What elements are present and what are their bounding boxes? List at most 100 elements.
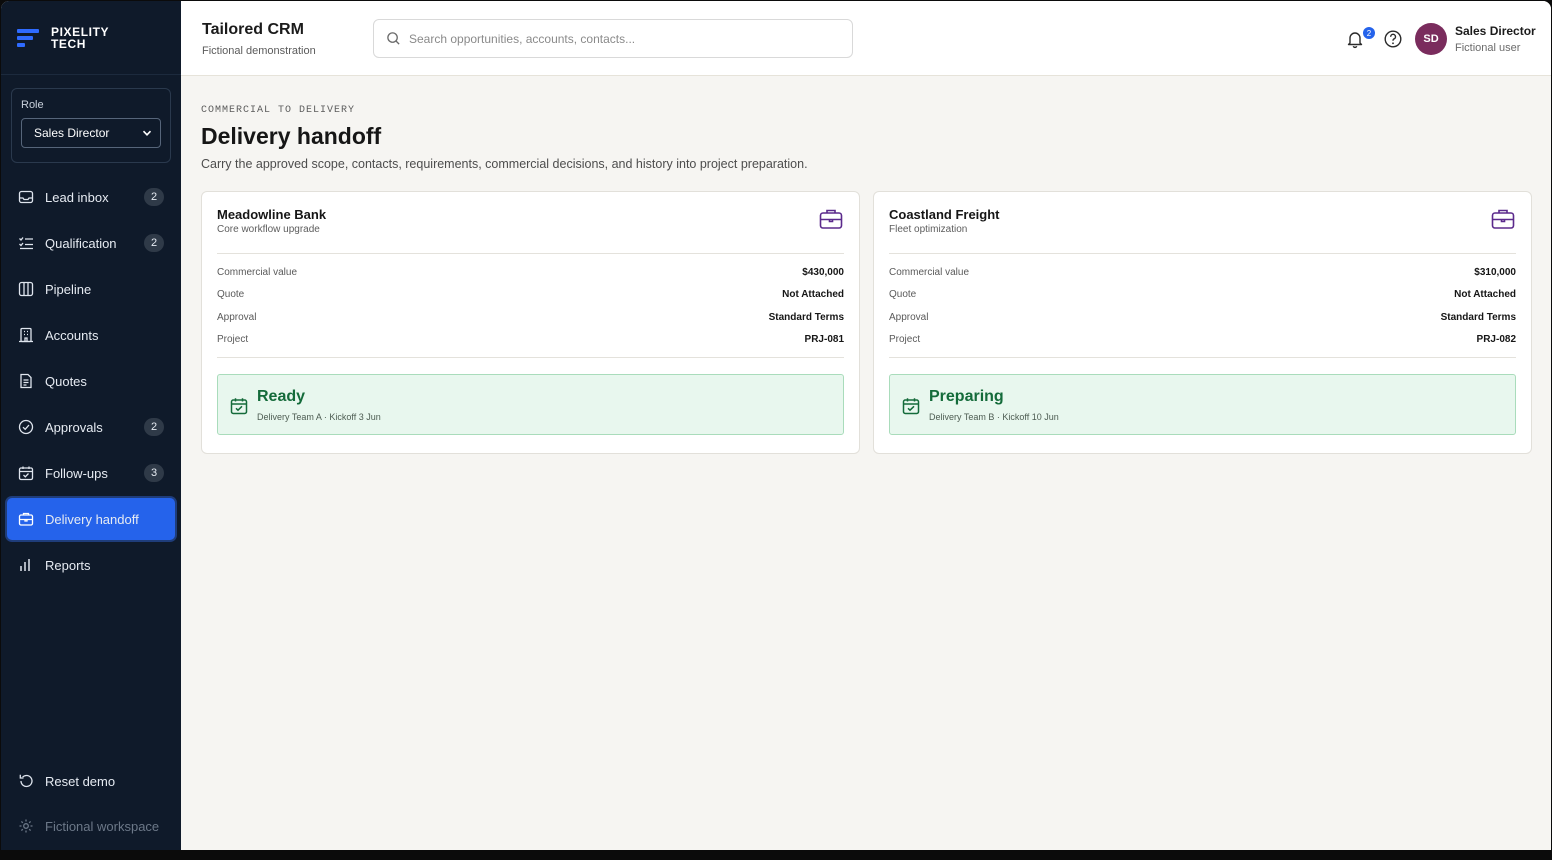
inbox-icon (18, 189, 34, 205)
building-icon (18, 327, 34, 343)
divider (889, 253, 1516, 254)
detail-label: Quote (217, 289, 245, 301)
bell-icon[interactable] (1345, 29, 1365, 49)
nav-item-follow-ups[interactable]: Follow-ups 3 (7, 452, 175, 494)
detail-row: Approval Standard Terms (217, 312, 844, 334)
detail-row: Commercial value $430,000 (217, 267, 844, 289)
role-select-value: Sales Director (34, 126, 110, 140)
calendar-check-icon (902, 398, 920, 415)
user-name: Sales Director (1455, 24, 1536, 38)
detail-row: Quote Not Attached (889, 289, 1516, 311)
role-select[interactable]: Sales Director (21, 118, 161, 148)
brand-name: PIXELITY TECH (51, 24, 110, 51)
check-circle-icon (18, 419, 34, 435)
notification-badge: 2 (1363, 27, 1375, 39)
columns-icon (18, 281, 34, 297)
nav-item-lead-inbox[interactable]: Lead inbox 2 (7, 176, 175, 218)
role-label: Role (21, 99, 44, 111)
detail-label: Quote (889, 289, 917, 301)
account-name: Meadowline Bank (217, 207, 327, 222)
detail-label: Approval (889, 311, 929, 323)
nav-label: Reports (45, 557, 91, 573)
status-detail: Delivery Team B · Kickoff 10 Jun (929, 412, 1059, 423)
sidebar: PIXELITY TECH Role Sales Director Lead i… (1, 1, 181, 850)
app-subtitle: Fictional demonstration (202, 45, 316, 57)
page-description: Carry the approved scope, contacts, requ… (201, 157, 808, 171)
document-icon (18, 373, 34, 389)
details-list: Commercial value $430,000 Quote Not Attach… (217, 267, 844, 356)
calendar-check-icon (230, 398, 248, 415)
status-label: Preparing (929, 388, 1004, 406)
approval-status: Standard Terms (768, 311, 844, 323)
bar-chart-icon (18, 557, 34, 573)
nav-label: Accounts (45, 327, 99, 343)
brand-logo[interactable]: PIXELITY TECH (1, 1, 181, 75)
detail-label: Approval (217, 311, 257, 323)
fictional-workspace-label: Fictional workspace (45, 818, 160, 834)
logo-icon (17, 27, 41, 49)
detail-label: Project (217, 333, 249, 345)
nav-item-accounts[interactable]: Accounts (7, 314, 175, 356)
nav-label: Qualification (45, 235, 117, 251)
help-icon[interactable] (1383, 29, 1403, 49)
count-badge: 2 (144, 418, 164, 436)
role-panel: Role Sales Director (11, 88, 171, 163)
nav-item-approvals[interactable]: Approvals 2 (7, 406, 175, 448)
checklist-icon (18, 235, 34, 251)
nav-label: Delivery handoff (45, 511, 139, 527)
user-subtitle: Fictional user (1455, 42, 1521, 54)
detail-row: Commercial value $310,000 (889, 267, 1516, 289)
detail-row: Project PRJ-081 (217, 334, 844, 356)
detail-label: Commercial value (889, 267, 970, 278)
main-nav: Lead inbox 2 Qualification 2 Pipeline Ac… (1, 176, 181, 586)
nav-item-quotes[interactable]: Quotes (7, 360, 175, 402)
nav-label: Follow-ups (45, 465, 108, 481)
approval-status: Standard Terms (1440, 311, 1516, 323)
handoff-cards: Meadowline Bank Core workflow upgrade Co… (201, 191, 1532, 454)
briefcase-icon (18, 511, 34, 527)
briefcase-icon (1491, 209, 1515, 229)
nav-label: Approvals (45, 419, 103, 435)
reset-demo-label: Reset demo (45, 773, 116, 789)
account-name: Coastland Freight (889, 207, 1000, 222)
gear-icon (18, 818, 34, 834)
count-badge: 3 (144, 464, 164, 482)
calendar-check-icon (18, 465, 34, 481)
opportunity-name: Fleet optimization (889, 224, 968, 235)
sidebar-footer: Reset demo Fictional workspace (1, 760, 181, 850)
search-input[interactable]: Search opportunities, accounts, contacts… (373, 19, 853, 58)
page-content: COMMERCIAL TO DELIVERY Delivery handoff … (181, 76, 1551, 454)
nav-label: Quotes (45, 373, 87, 389)
page-title: Delivery handoff (201, 123, 382, 149)
app-window: PIXELITY TECH Role Sales Director Lead i… (1, 1, 1551, 850)
detail-label: Project (889, 333, 921, 345)
commercial-value: $310,000 (1474, 267, 1516, 278)
nav-item-pipeline[interactable]: Pipeline (7, 268, 175, 310)
status-detail: Delivery Team A · Kickoff 3 Jun (257, 412, 381, 423)
nav-label: Lead inbox (45, 189, 109, 205)
reset-icon (18, 773, 34, 789)
nav-item-delivery-handoff[interactable]: Delivery handoff (7, 498, 175, 540)
project-id: PRJ-081 (804, 333, 844, 345)
quote-status: Not Attached (782, 289, 844, 301)
detail-row: Project PRJ-082 (889, 334, 1516, 356)
briefcase-icon (819, 209, 843, 229)
detail-row: Quote Not Attached (217, 289, 844, 311)
search-placeholder: Search opportunities, accounts, contacts… (409, 31, 636, 46)
handoff-card[interactable]: Meadowline Bank Core workflow upgrade Co… (201, 191, 860, 454)
divider (217, 253, 844, 254)
status-label: Ready (257, 388, 306, 406)
fictional-workspace-item[interactable]: Fictional workspace (7, 805, 175, 847)
divider (889, 357, 1516, 359)
nav-item-qualification[interactable]: Qualification 2 (7, 222, 175, 264)
opportunity-name: Core workflow upgrade (217, 224, 320, 235)
avatar[interactable]: SD (1415, 23, 1447, 55)
status-panel: Ready Delivery Team A · Kickoff 3 Jun (217, 374, 844, 436)
reset-demo-button[interactable]: Reset demo (7, 760, 175, 802)
count-badge: 2 (144, 234, 164, 252)
details-list: Commercial value $310,000 Quote Not Attach… (889, 267, 1516, 356)
nav-label: Pipeline (45, 281, 92, 297)
status-panel: Preparing Delivery Team B · Kickoff 10 J… (889, 374, 1516, 436)
nav-item-reports[interactable]: Reports (7, 544, 175, 586)
handoff-card[interactable]: Coastland Freight Fleet optimization Com… (873, 191, 1532, 454)
